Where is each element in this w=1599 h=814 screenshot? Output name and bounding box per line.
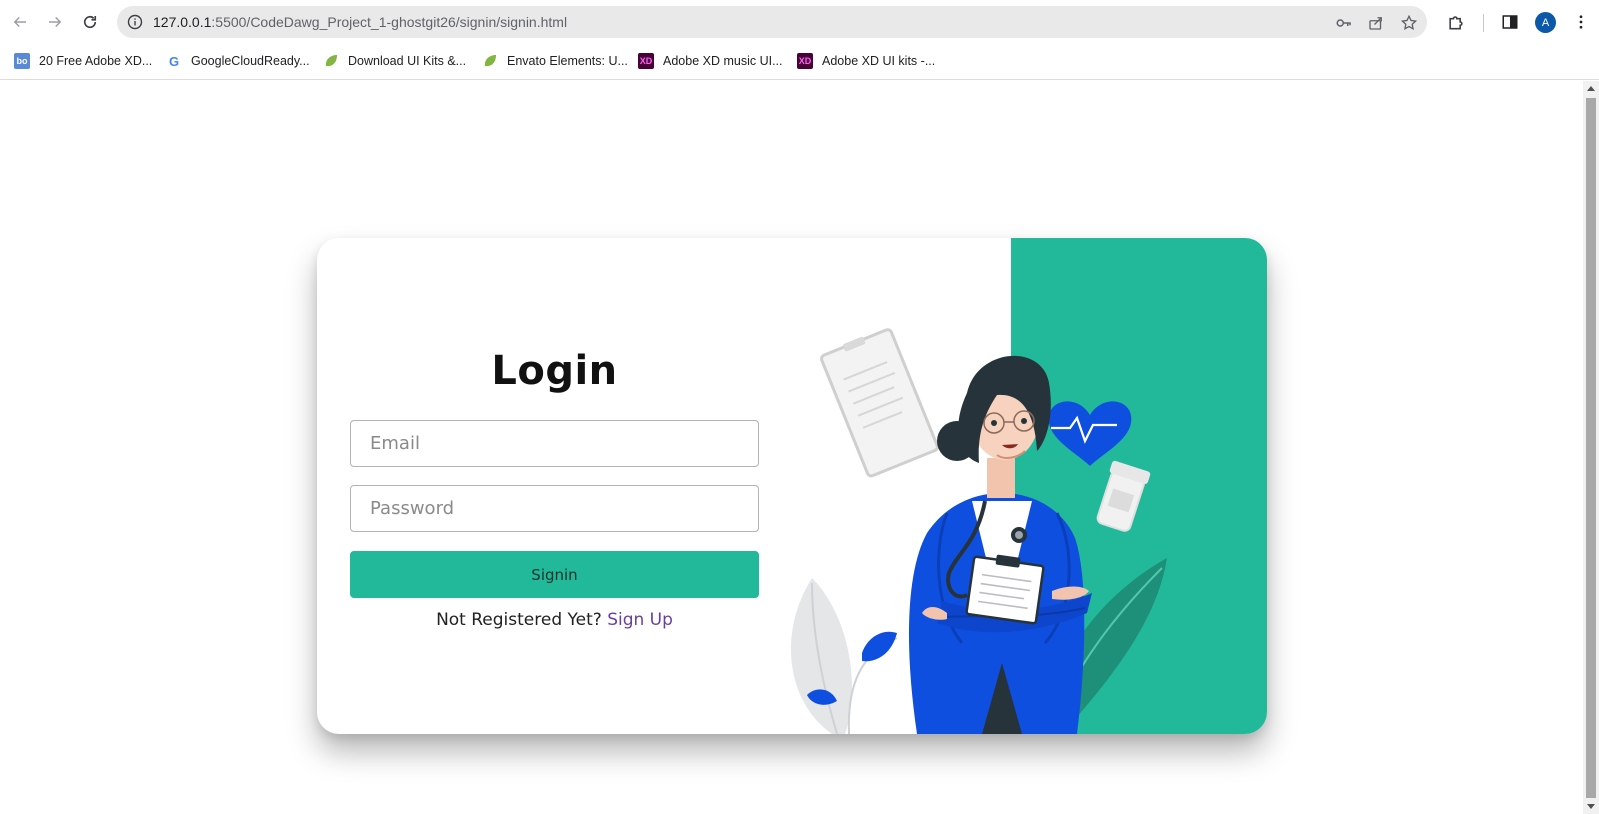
side-panel-icon [1502,15,1518,29]
extensions-button[interactable] [1445,11,1467,33]
doctor-illustration [790,328,1167,734]
register-text: Not Registered Yet? [436,610,602,630]
profile-avatar[interactable]: A [1535,12,1556,33]
login-title: Login [491,348,618,394]
adobe-xd-icon: XD [797,53,813,69]
email-field[interactable] [350,420,759,467]
plant-left-icon [790,578,898,734]
bookmark-label: Download UI Kits &... [348,54,467,68]
back-button[interactable] [7,9,33,35]
signup-link[interactable]: Sign Up [607,610,673,630]
address-bar[interactable]: 127.0.0.1:5500/CodeDawg_Project_1-ghostg… [117,6,1427,38]
browser-chrome: 127.0.0.1:5500/CodeDawg_Project_1-ghostg… [0,0,1599,80]
side-panel-button[interactable] [1499,11,1521,33]
adobe-xd-icon: XD [638,53,654,69]
register-prompt: Not Registered Yet? Sign Up [350,610,759,630]
doctor-figure [908,493,1092,734]
pill-bottle-icon [1096,460,1151,532]
password-field[interactable] [350,485,759,532]
bookmark-item[interactable]: XD Adobe XD music UI... [638,50,783,72]
scroll-thumb[interactable] [1586,98,1596,798]
forward-button[interactable] [42,9,68,35]
share-icon[interactable] [1367,14,1385,32]
doctor-head [937,355,1051,498]
google-icon: G [168,53,180,69]
scroll-up-arrow-icon[interactable] [1587,86,1595,91]
key-icon[interactable] [1335,14,1353,32]
envato-leaf-icon [323,53,339,69]
bo-icon: bo [14,53,30,69]
url-host: 127.0.0.1 [153,14,212,30]
envato-leaf-icon [482,53,498,69]
url-path: :5500/CodeDawg_Project_1-ghostgit26/sign… [211,14,568,30]
login-card: Login Signin Not Registered Yet? Sign Up [317,238,1267,734]
bookmark-label: Adobe XD music UI... [663,54,783,68]
bookmark-label: Adobe XD UI kits -... [822,54,936,68]
bookmark-label: Envato Elements: U... [507,54,628,68]
clipboard-background-icon [820,328,939,478]
bookmark-item[interactable]: XD Adobe XD UI kits -... [797,50,935,72]
bookmark-item[interactable]: Download UI Kits &... [323,50,466,72]
puzzle-icon [1449,16,1463,30]
kebab-menu-icon [1579,15,1583,29]
signin-button[interactable]: Signin [350,551,759,598]
bookmark-star-icon[interactable] [1400,14,1418,32]
toolbar-separator [1483,14,1484,32]
scroll-down-arrow-icon[interactable] [1587,804,1595,809]
site-info-icon[interactable] [127,14,143,30]
heart-icon [1048,401,1132,466]
back-arrow-icon [13,16,26,28]
bookmark-item[interactable]: Envato Elements: U... [482,50,628,72]
url-text[interactable]: 127.0.0.1:5500/CodeDawg_Project_1-ghostg… [153,14,567,30]
bookmark-item[interactable]: G GoogleCloudReady... [166,50,310,72]
browser-toolbar: 127.0.0.1:5500/CodeDawg_Project_1-ghostg… [0,0,1599,44]
bookmark-label: GoogleCloudReady... [191,54,310,68]
bookmark-item[interactable]: bo 20 Free Adobe XD... [14,50,152,72]
bookmark-label: 20 Free Adobe XD... [39,54,153,68]
forward-arrow-icon [49,16,62,28]
bookmarks-bar: bo 20 Free Adobe XD... G GoogleCloudReady..… [0,47,1599,75]
reload-button[interactable] [77,9,103,35]
vertical-scrollbar[interactable] [1583,81,1599,814]
menu-button[interactable] [1570,11,1592,33]
reload-icon [83,15,97,29]
